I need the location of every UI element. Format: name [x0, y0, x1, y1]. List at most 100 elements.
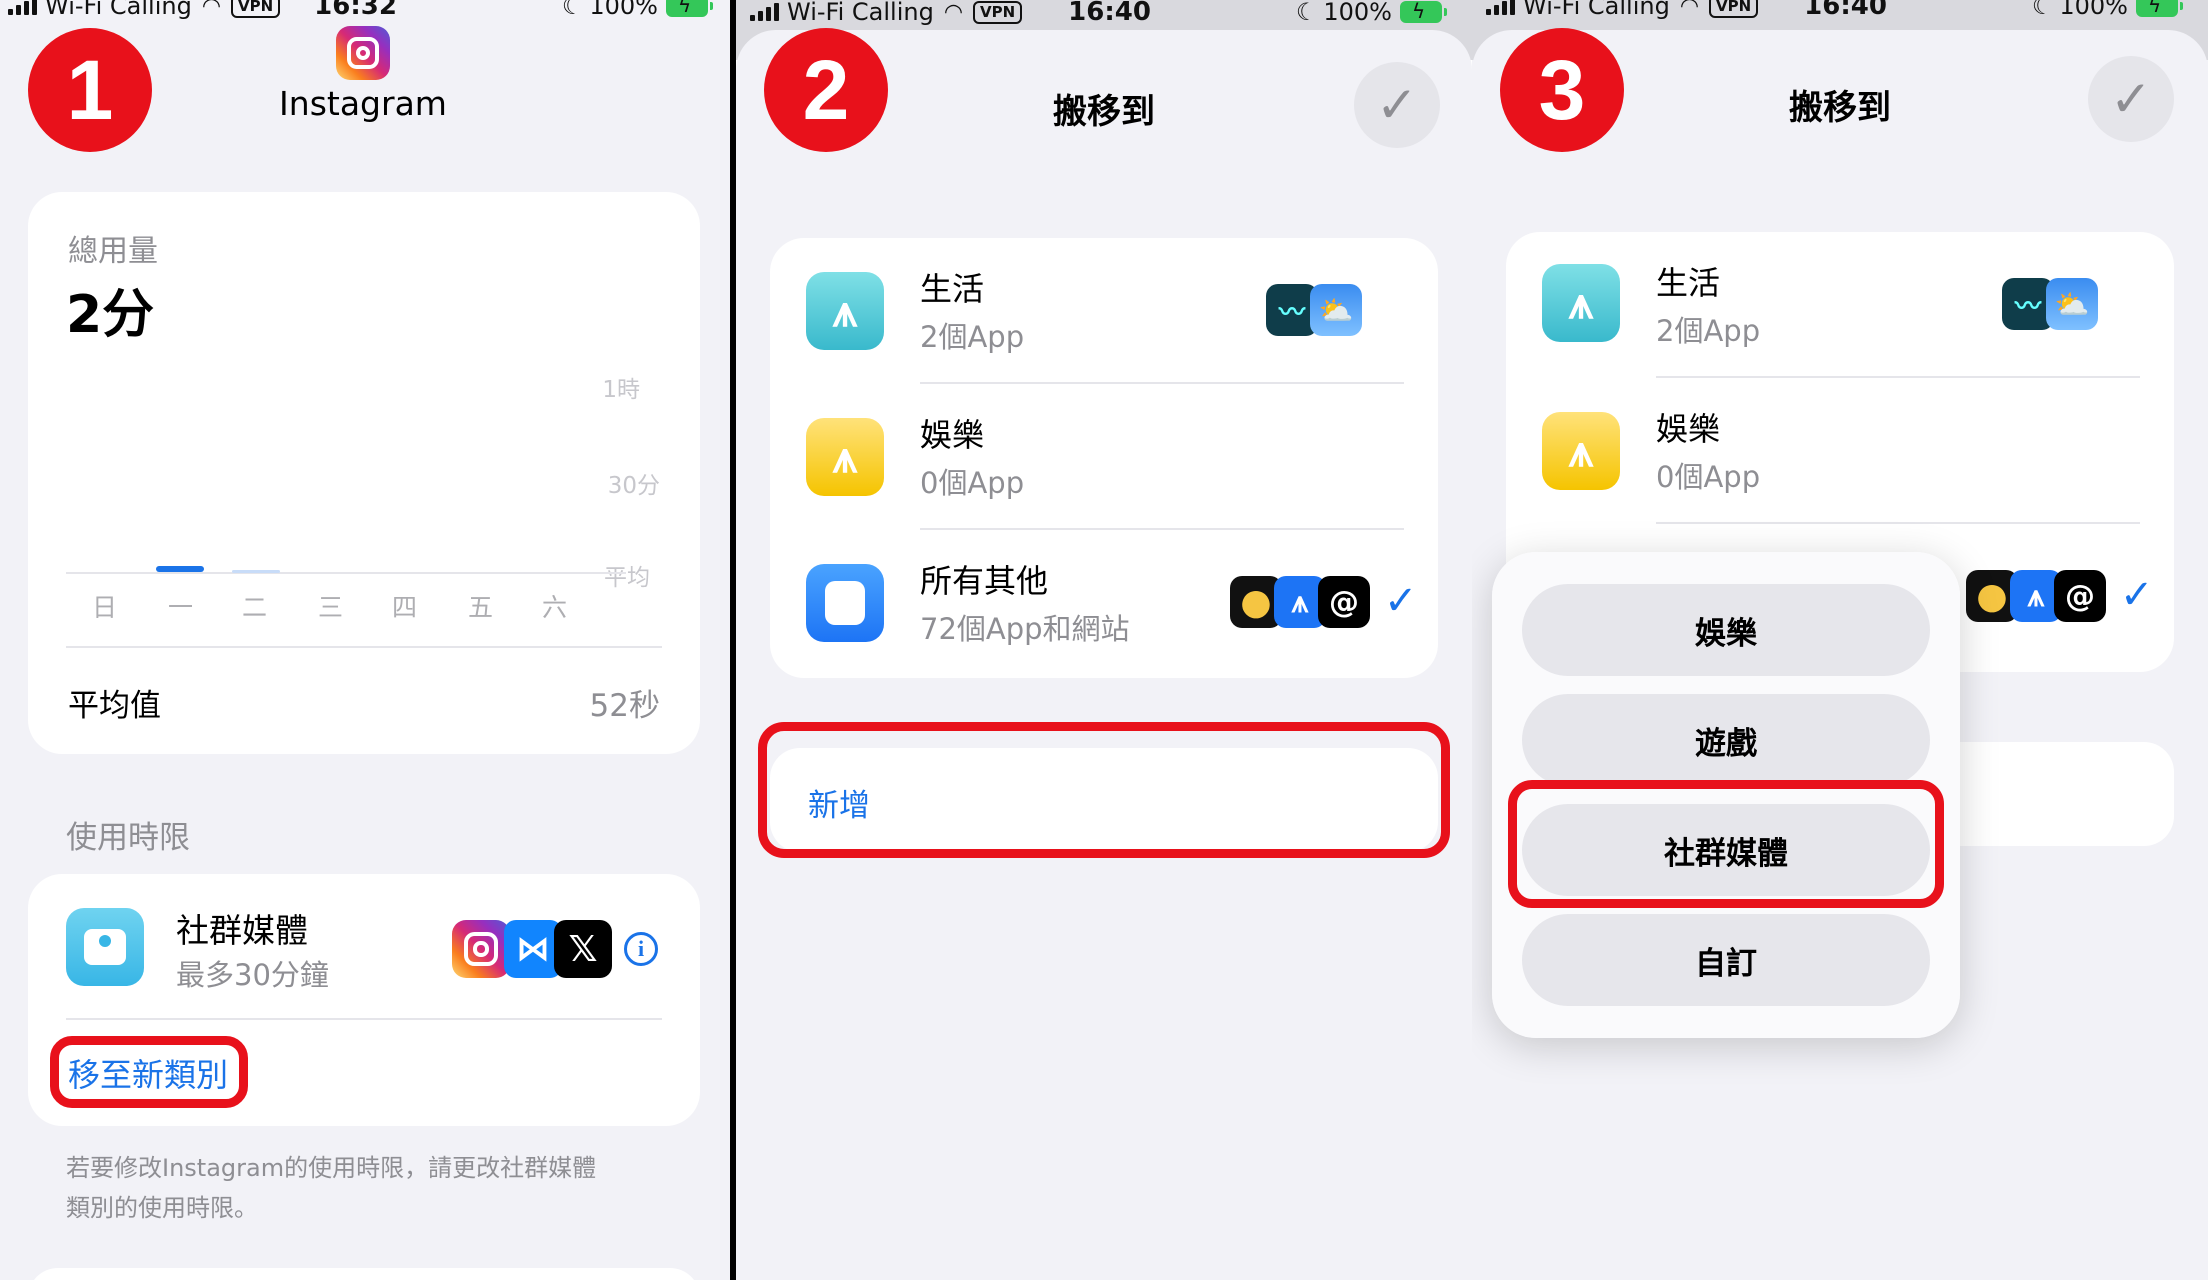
- battery-icon: ϟ: [666, 0, 713, 17]
- limits-header: 使用時限: [66, 820, 190, 856]
- weather-icon: ⛅: [2046, 278, 2098, 330]
- limit-title: 社群媒體: [176, 911, 308, 950]
- footnote-line-1: 若要修改Instagram的使用時限，請更改社群媒體: [66, 1154, 597, 1182]
- usage-label: 總用量: [68, 234, 158, 269]
- app-store-icon: ⩚: [806, 272, 884, 350]
- app-store-icon: ⩚: [1542, 264, 1620, 342]
- x-icon: 𝕏: [554, 920, 612, 978]
- instagram-icon: [452, 920, 510, 978]
- category-title: 生活: [1656, 264, 1721, 302]
- social-category-icon: [66, 908, 144, 986]
- weather-icon: ⛅: [1310, 284, 1362, 336]
- category-subtitle: 72個App和網站: [920, 612, 1130, 646]
- menu-item-custom[interactable]: 自訂: [1522, 914, 1930, 1006]
- category-row-life[interactable]: ⩚ 生活 2個App 〰 ⛅: [770, 238, 1438, 384]
- highlight-add: [758, 722, 1450, 858]
- category-title: 生活: [920, 270, 985, 308]
- signal-icon: [8, 0, 37, 15]
- moon-icon: ☾: [561, 0, 584, 20]
- sheet-title: 搬移到: [1053, 92, 1155, 132]
- highlight-social: [1508, 780, 1944, 908]
- carrier-label: Wi-Fi Calling: [1523, 0, 1670, 20]
- app-store-icon: ⩚: [806, 418, 884, 496]
- status-bar: Wi-Fi Calling ◠ VPN 16:32 ☾ 100% ϟ: [0, 0, 730, 26]
- category-subtitle: 0個App: [1656, 460, 1761, 494]
- day-label: 四: [392, 593, 418, 622]
- clock: 16:40: [1068, 0, 1151, 27]
- usage-value: 2分: [66, 285, 155, 345]
- done-button[interactable]: ✓: [1354, 62, 1440, 148]
- carrier-label: Wi-Fi Calling: [45, 0, 192, 20]
- checkmark-icon: ✓: [1376, 76, 1418, 134]
- clock: 16:40: [1804, 0, 1887, 21]
- usage-bar-tuesday: [232, 570, 280, 573]
- limit-divider: [66, 1018, 662, 1020]
- day-label: 五: [468, 593, 494, 622]
- category-row-entertainment[interactable]: ⩚ 娛樂 0個App: [1506, 378, 2174, 524]
- info-icon[interactable]: i: [624, 932, 658, 966]
- category-subtitle: 0個App: [920, 466, 1025, 500]
- battery-label: 100%: [2059, 0, 2128, 20]
- app-store-icon: ⩚: [1542, 412, 1620, 490]
- panel-app-detail: Wi-Fi Calling ◠ VPN 16:32 ☾ 100% ϟ 1 Ins…: [0, 0, 730, 1280]
- axis-label-30m: 30分: [607, 473, 660, 499]
- axis-label-1h: 1時: [602, 377, 640, 403]
- step-badge: 1: [28, 28, 152, 152]
- selected-checkmark-icon: ✓: [2120, 572, 2154, 618]
- day-label: 三: [318, 593, 344, 622]
- battery-label: 100%: [1323, 0, 1392, 26]
- category-row-life[interactable]: ⩚ 生活 2個App 〰 ⛅: [1506, 232, 2174, 378]
- chart-baseline: [66, 572, 626, 574]
- category-title: 娛樂: [1656, 410, 1721, 448]
- category-row-entertainment[interactable]: ⩚ 娛樂 0個App: [770, 384, 1438, 530]
- stack-icon: [806, 564, 884, 642]
- panel-category-menu: Wi-Fi Calling ◠ VPN 16:40 ☾ 100% ϟ 3 搬移到…: [1472, 0, 2208, 1280]
- footnote: 若要修改Instagram的使用時限，請更改社群媒體 類別的使用時限。: [66, 1148, 596, 1228]
- checkmark-icon: ✓: [2110, 70, 2152, 128]
- step-badge: 2: [764, 28, 888, 152]
- battery-label: 100%: [589, 0, 658, 20]
- wifi-icon: ◠: [943, 0, 964, 25]
- instagram-icon: [336, 26, 390, 80]
- axis-label-average: 平均: [604, 565, 650, 591]
- clock: 16:32: [314, 0, 397, 21]
- day-label: 日: [92, 593, 118, 622]
- sheet-title: 搬移到: [1789, 88, 1891, 128]
- menu-item-entertainment[interactable]: 娛樂: [1522, 584, 1930, 676]
- category-subtitle: 2個App: [1656, 314, 1761, 348]
- moon-icon: ☾: [1295, 0, 1318, 26]
- panel-move-to: Wi-Fi Calling ◠ VPN 16:40 ☾ 100% ϟ 2 搬移到…: [736, 0, 1472, 1280]
- signal-icon: [1486, 0, 1515, 15]
- category-row-other[interactable]: 所有其他 72個App和網站 ● ⩚ @ ✓: [770, 530, 1438, 678]
- average-label: 平均值: [68, 688, 161, 724]
- moon-icon: ☾: [2031, 0, 2054, 20]
- category-title: 所有其他: [920, 562, 1049, 600]
- average-value: 52秒: [589, 688, 660, 724]
- wifi-icon: ◠: [201, 0, 222, 19]
- selected-checkmark-icon: ✓: [1384, 578, 1418, 624]
- footnote-line-2: 類別的使用時限。: [66, 1194, 258, 1222]
- category-subtitle: 2個App: [920, 320, 1025, 354]
- signal-icon: [750, 3, 779, 21]
- day-label: 一: [168, 593, 194, 622]
- day-label: 六: [542, 593, 568, 622]
- threads-icon: @: [1318, 576, 1370, 628]
- highlight-move-link: [50, 1036, 248, 1108]
- category-title: 娛樂: [920, 416, 985, 454]
- day-label: 二: [242, 593, 268, 622]
- battery-icon: ϟ: [1400, 0, 1447, 23]
- usage-bar-monday: [156, 566, 204, 572]
- vpn-badge: VPN: [231, 0, 281, 18]
- vpn-badge: VPN: [973, 0, 1023, 24]
- battery-icon: ϟ: [2136, 0, 2183, 17]
- menu-item-games[interactable]: 遊戲: [1522, 694, 1930, 786]
- wifi-icon: ◠: [1679, 0, 1700, 19]
- step-badge: 3: [1500, 28, 1624, 152]
- done-button[interactable]: ✓: [2088, 56, 2174, 142]
- status-bar: Wi-Fi Calling ◠ VPN 16:40 ☾ 100% ϟ: [736, 0, 1472, 32]
- usage-divider: [66, 646, 662, 648]
- carrier-label: Wi-Fi Calling: [787, 0, 934, 26]
- category-list: ⩚ 生活 2個App 〰 ⛅ ⩚ 娛樂 0個App 所有其他 72個App和網站…: [770, 238, 1438, 678]
- next-card-edge: [28, 1268, 700, 1280]
- threads-icon: @: [2054, 570, 2106, 622]
